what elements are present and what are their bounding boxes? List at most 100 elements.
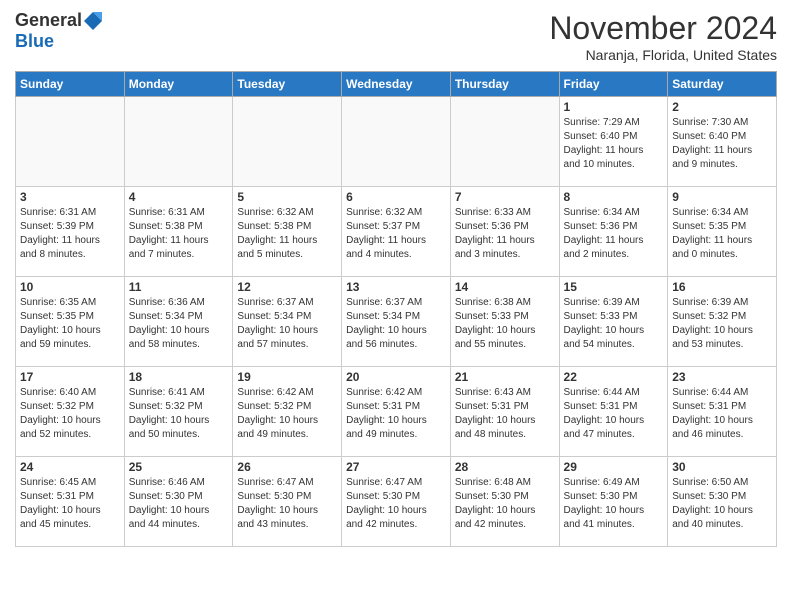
day-number: 1 — [564, 100, 664, 114]
col-sunday: Sunday — [16, 72, 125, 97]
day-info: Sunrise: 6:46 AM Sunset: 5:30 PM Dayligh… — [129, 476, 229, 532]
calendar-week-row: 24 Sunrise: 6:45 AM Sunset: 5:31 PM Dayli… — [16, 457, 777, 547]
calendar-day-cell — [124, 97, 233, 187]
logo-general: General — [15, 10, 82, 31]
calendar-day-cell: 11Sunrise: 6:36 AM Sunset: 5:34 PM Dayli… — [124, 277, 233, 367]
day-number: 10 — [20, 280, 120, 294]
calendar-week-row: 10 Sunrise: 6:35 AM Sunset: 5:35 PM Dayli… — [16, 277, 777, 367]
day-info: Sunrise: 6:47 AM Sunset: 5:30 PM Dayligh… — [237, 476, 337, 532]
day-number: 15 — [564, 280, 664, 294]
calendar-day-cell: 18 Sunrise: 6:41 AM Sunset: 5:32 PM Dayli… — [124, 367, 233, 457]
calendar-day-cell: 23Sunrise: 6:44 AM Sunset: 5:31 PM Dayli… — [668, 367, 777, 457]
col-wednesday: Wednesday — [342, 72, 451, 97]
logo-text: General — [15, 10, 102, 31]
col-tuesday: Tuesday — [233, 72, 342, 97]
calendar-week-row: 3 Sunrise: 6:31 AM Sunset: 5:39 PM Daylig… — [16, 187, 777, 277]
location: Naranja, Florida, United States — [549, 47, 777, 63]
day-info: Sunrise: 6:39 AM Sunset: 5:33 PM Dayligh… — [564, 296, 664, 352]
calendar-day-cell: 17 Sunrise: 6:40 AM Sunset: 5:32 PM Dayli… — [16, 367, 125, 457]
day-number: 25 — [129, 460, 229, 474]
calendar-day-cell: 5 Sunrise: 6:32 AM Sunset: 5:38 PM Daylig… — [233, 187, 342, 277]
day-info: Sunrise: 6:43 AM Sunset: 5:31 PM Dayligh… — [455, 386, 555, 442]
day-info: Sunrise: 6:35 AM Sunset: 5:35 PM Dayligh… — [20, 296, 120, 352]
day-info: Sunrise: 6:31 AM Sunset: 5:38 PM Dayligh… — [129, 206, 229, 262]
day-info: Sunrise: 7:29 AM Sunset: 6:40 PM Dayligh… — [564, 116, 664, 172]
day-number: 5 — [237, 190, 337, 204]
day-number: 28 — [455, 460, 555, 474]
day-number: 3 — [20, 190, 120, 204]
calendar-day-cell: 27Sunrise: 6:47 AM Sunset: 5:30 PM Dayli… — [342, 457, 451, 547]
calendar-day-cell: 3 Sunrise: 6:31 AM Sunset: 5:39 PM Daylig… — [16, 187, 125, 277]
day-number: 13 — [346, 280, 446, 294]
day-number: 26 — [237, 460, 337, 474]
day-number: 12 — [237, 280, 337, 294]
day-info: Sunrise: 6:44 AM Sunset: 5:31 PM Dayligh… — [564, 386, 664, 442]
day-info: Sunrise: 6:36 AM Sunset: 5:34 PM Dayligh… — [129, 296, 229, 352]
page-container: General Blue November 2024 Naranja, Flor… — [0, 0, 792, 562]
day-info: Sunrise: 6:37 AM Sunset: 5:34 PM Dayligh… — [346, 296, 446, 352]
day-number: 19 — [237, 370, 337, 384]
calendar-day-cell: 4 Sunrise: 6:31 AM Sunset: 5:38 PM Daylig… — [124, 187, 233, 277]
day-number: 9 — [672, 190, 772, 204]
calendar-day-cell: 25 Sunrise: 6:46 AM Sunset: 5:30 PM Dayli… — [124, 457, 233, 547]
day-info: Sunrise: 6:50 AM Sunset: 5:30 PM Dayligh… — [672, 476, 772, 532]
day-info: Sunrise: 6:47 AM Sunset: 5:30 PM Dayligh… — [346, 476, 446, 532]
logo-icon — [84, 12, 102, 30]
calendar-day-cell: 12 Sunrise: 6:37 AM Sunset: 5:34 PM Dayli… — [233, 277, 342, 367]
day-number: 7 — [455, 190, 555, 204]
title-section: November 2024 Naranja, Florida, United S… — [549, 10, 777, 63]
calendar-header-row: Sunday Monday Tuesday Wednesday Thursday… — [16, 72, 777, 97]
col-monday: Monday — [124, 72, 233, 97]
day-number: 2 — [672, 100, 772, 114]
calendar-day-cell: 24 Sunrise: 6:45 AM Sunset: 5:31 PM Dayli… — [16, 457, 125, 547]
day-info: Sunrise: 6:45 AM Sunset: 5:31 PM Dayligh… — [20, 476, 120, 532]
day-info: Sunrise: 6:32 AM Sunset: 5:37 PM Dayligh… — [346, 206, 446, 262]
calendar-day-cell: 16Sunrise: 6:39 AM Sunset: 5:32 PM Dayli… — [668, 277, 777, 367]
calendar-day-cell: 6 Sunrise: 6:32 AM Sunset: 5:37 PM Daylig… — [342, 187, 451, 277]
day-info: Sunrise: 6:32 AM Sunset: 5:38 PM Dayligh… — [237, 206, 337, 262]
day-number: 16 — [672, 280, 772, 294]
calendar-day-cell: 10 Sunrise: 6:35 AM Sunset: 5:35 PM Dayli… — [16, 277, 125, 367]
calendar-day-cell: 7 Sunrise: 6:33 AM Sunset: 5:36 PM Daylig… — [450, 187, 559, 277]
day-number: 17 — [20, 370, 120, 384]
header: General Blue November 2024 Naranja, Flor… — [15, 10, 777, 63]
day-info: Sunrise: 6:31 AM Sunset: 5:39 PM Dayligh… — [20, 206, 120, 262]
calendar-day-cell — [342, 97, 451, 187]
day-info: Sunrise: 6:42 AM Sunset: 5:31 PM Dayligh… — [346, 386, 446, 442]
logo-blue-line: Blue — [15, 31, 54, 52]
day-number: 29 — [564, 460, 664, 474]
day-info: Sunrise: 6:34 AM Sunset: 5:35 PM Dayligh… — [672, 206, 772, 262]
col-friday: Friday — [559, 72, 668, 97]
day-number: 8 — [564, 190, 664, 204]
day-number: 4 — [129, 190, 229, 204]
col-saturday: Saturday — [668, 72, 777, 97]
day-info: Sunrise: 6:41 AM Sunset: 5:32 PM Dayligh… — [129, 386, 229, 442]
logo-blue: Blue — [15, 31, 54, 52]
day-number: 20 — [346, 370, 446, 384]
calendar-table: Sunday Monday Tuesday Wednesday Thursday… — [15, 71, 777, 547]
day-number: 24 — [20, 460, 120, 474]
day-number: 18 — [129, 370, 229, 384]
day-number: 30 — [672, 460, 772, 474]
day-info: Sunrise: 7:30 AM Sunset: 6:40 PM Dayligh… — [672, 116, 772, 172]
calendar-day-cell: 14Sunrise: 6:38 AM Sunset: 5:33 PM Dayli… — [450, 277, 559, 367]
day-info: Sunrise: 6:33 AM Sunset: 5:36 PM Dayligh… — [455, 206, 555, 262]
calendar-day-cell: 15 Sunrise: 6:39 AM Sunset: 5:33 PM Dayli… — [559, 277, 668, 367]
calendar-week-row: 17 Sunrise: 6:40 AM Sunset: 5:32 PM Dayli… — [16, 367, 777, 457]
calendar-day-cell — [233, 97, 342, 187]
day-info: Sunrise: 6:34 AM Sunset: 5:36 PM Dayligh… — [564, 206, 664, 262]
calendar-day-cell: 28 Sunrise: 6:48 AM Sunset: 5:30 PM Dayli… — [450, 457, 559, 547]
day-info: Sunrise: 6:37 AM Sunset: 5:34 PM Dayligh… — [237, 296, 337, 352]
col-thursday: Thursday — [450, 72, 559, 97]
day-number: 6 — [346, 190, 446, 204]
calendar-week-row: 1 Sunrise: 7:29 AM Sunset: 6:40 PM Daylig… — [16, 97, 777, 187]
day-info: Sunrise: 6:48 AM Sunset: 5:30 PM Dayligh… — [455, 476, 555, 532]
day-info: Sunrise: 6:40 AM Sunset: 5:32 PM Dayligh… — [20, 386, 120, 442]
calendar-day-cell: 1 Sunrise: 7:29 AM Sunset: 6:40 PM Daylig… — [559, 97, 668, 187]
day-info: Sunrise: 6:49 AM Sunset: 5:30 PM Dayligh… — [564, 476, 664, 532]
calendar-day-cell: 21 Sunrise: 6:43 AM Sunset: 5:31 PM Dayli… — [450, 367, 559, 457]
calendar-day-cell: 9 Sunrise: 6:34 AM Sunset: 5:35 PM Daylig… — [668, 187, 777, 277]
day-number: 23 — [672, 370, 772, 384]
calendar-day-cell: 30 Sunrise: 6:50 AM Sunset: 5:30 PM Dayli… — [668, 457, 777, 547]
day-number: 21 — [455, 370, 555, 384]
